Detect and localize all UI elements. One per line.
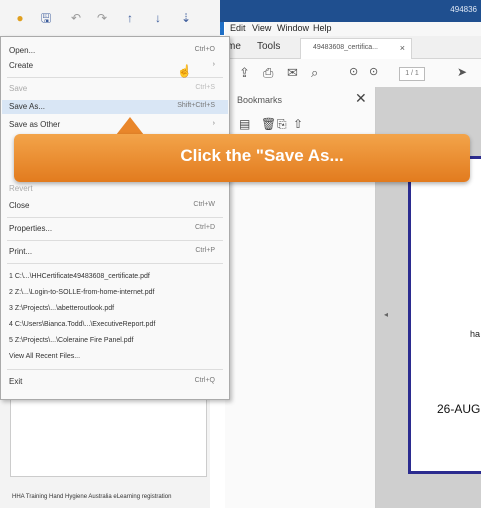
mail-icon[interactable]: ✉ [287,65,298,81]
menu-item-open[interactable]: Open... Ctrl+O [9,46,221,60]
file-dropdown-menu: Open... Ctrl+O Create › Save Ctrl+S Save… [0,36,230,400]
bookmarks-title: Bookmarks [237,95,283,105]
tab-document-label: 49483608_certifica... [313,44,378,51]
menu-item-revert[interactable]: Revert [9,184,221,198]
document-text: ha [470,329,481,339]
menu-item-close[interactable]: Close Ctrl+W [9,201,221,215]
menu-divider [7,240,223,241]
menu-item-shortcut: Shift+Ctrl+S [177,102,215,109]
menu-item-save-as-other[interactable]: Save as Other › [9,120,221,134]
menu-divider [7,369,223,370]
menu-item-shortcut: Ctrl+W [193,201,215,208]
document-toolbar: ⇪ ⎙ ✉ ⌕ ⊙ ⊙ 1 / 1 ➤ [225,59,481,88]
recent-file-4[interactable]: 4 C:\Users\Bianca.Todd\...\ExecutiveRepo… [9,321,155,328]
menu-item-exit[interactable]: Exit Ctrl+Q [9,377,221,391]
undo-icon[interactable]: ↶ [68,11,84,25]
chevron-right-icon: › [212,120,215,127]
select-tool-icon[interactable]: ➤ [457,65,467,79]
menu-help[interactable]: Help [313,23,332,33]
menu-item-label: Create [9,61,34,70]
menu-item-shortcut: Ctrl+Q [194,377,215,384]
menu-item-save[interactable]: Save Ctrl+S [9,84,221,98]
menu-item-label: Save as Other [9,120,61,129]
tab-tools[interactable]: Tools [257,41,280,52]
menu-item-save-as[interactable]: Save As... Shift+Ctrl+S [9,102,221,116]
new-bookmark-icon[interactable]: ⎘ [277,117,287,132]
quick-access-toolbar: ● 🖫 ↶ ↷ ↑ ↓ ⇣ [0,0,220,37]
callout-text: Click the "Save As... [180,146,344,165]
callout-pointer [116,117,144,135]
menu-item-label: Revert [9,184,33,193]
menu-item-properties[interactable]: Properties... Ctrl+D [9,224,221,238]
page-up-icon[interactable]: ⊙ [349,65,358,78]
instruction-callout: Click the "Save As... [14,134,470,182]
menu-item-view-all-recent[interactable]: View All Recent Files... [9,353,221,367]
app-menu-icon[interactable]: ● [12,11,28,25]
menu-divider [7,263,223,264]
menu-view[interactable]: View [252,23,271,33]
page-number-field[interactable]: 1 / 1 [399,67,425,81]
trash-icon[interactable]: 🗑 [261,117,276,131]
bookmark-icon[interactable]: ⇧ [293,117,303,131]
close-bookmarks-icon[interactable]: ✕ [355,90,367,107]
recent-file-5[interactable]: 5 Z:\Projects\...\Coleraine Fire Panel.p… [9,337,134,344]
recent-file-2[interactable]: 2 Z:\...\Login-to-SOLLE-from-home-intern… [9,289,155,296]
window-title: 494836 [450,5,477,14]
menu-item-label: View All Recent Files... [9,353,81,360]
menu-window[interactable]: Window [277,23,309,33]
menu-item-shortcut: Ctrl+D [194,224,215,231]
menu-item-label: Save As... [9,102,46,111]
bottom-note: HHA Training Hand Hygiene Australia eLea… [12,494,172,500]
menu-item-label: Save [9,84,28,93]
save-icon[interactable]: 🖫 [38,11,54,25]
close-tab-icon[interactable]: × [400,43,405,53]
arrow-down-icon[interactable]: ↓ [150,11,166,25]
start-pane-box [10,395,207,477]
collapse-panel-icon[interactable]: ◂ [384,310,388,319]
menu-item-label: Properties... [9,224,53,233]
menu-item-label: Close [9,201,30,210]
arrow-up-icon[interactable]: ↑ [122,11,138,25]
chevron-right-icon: › [212,61,215,68]
redo-icon[interactable]: ↷ [94,11,110,25]
menu-item-print[interactable]: Print... Ctrl+P [9,247,221,261]
menu-divider [7,217,223,218]
menu-item-shortcut: Ctrl+P [195,247,215,254]
menu-bar: Edit View Window Help [225,22,481,36]
menu-edit[interactable]: Edit [230,23,246,33]
tab-document[interactable]: 49483608_certifica... × [300,38,412,59]
menu-item-label: Exit [9,377,23,386]
hand-cursor-icon: ☝ [177,64,192,78]
search-icon[interactable]: ⌕ [311,65,318,81]
menu-item-label: Print... [9,247,33,256]
menu-item-label: Open... [9,46,36,55]
page-down-icon[interactable]: ⊙ [369,65,378,78]
document-date: 26-AUG [437,402,481,416]
recent-file-1[interactable]: 1 C:\...\HHCertificate49483608_certifica… [9,273,150,280]
upload-icon[interactable]: ⇪ [239,65,250,81]
menu-item-shortcut: Ctrl+S [195,84,215,91]
tab-row: me Tools 49483608_certifica... × [225,36,481,59]
bookmark-options-icon[interactable]: ▤ [239,117,250,131]
recent-file-3[interactable]: 3 Z:\Projects\...\abetteroutlook.pdf [9,305,114,312]
print-icon[interactable]: ⎙ [263,65,273,81]
customize-icon[interactable]: ⇣ [178,11,194,25]
certificate-page [408,156,481,474]
menu-item-shortcut: Ctrl+O [194,46,215,53]
